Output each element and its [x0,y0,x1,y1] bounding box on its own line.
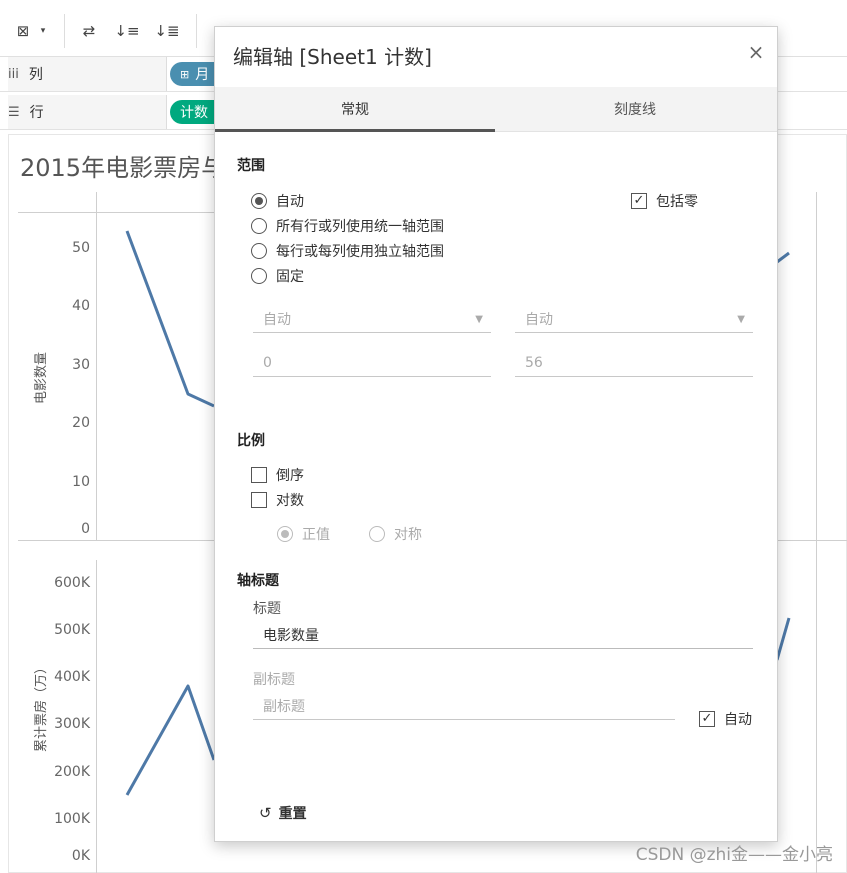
reversed-label: 倒序 [276,468,304,484]
dialog-title: 编辑轴 [Sheet1 计数] [233,45,432,69]
box-office-line-right [775,617,791,661]
range-auto-label: 自动 [276,194,304,210]
title-input-value: 电影数量 [263,627,319,644]
subtitle-auto-label: 自动 [724,712,752,728]
range-independent-radio[interactable]: 每行或每列使用独立轴范围 [251,241,444,261]
radio-icon [251,218,267,234]
radio-icon [369,526,385,542]
range-uniform-label: 所有行或列使用统一轴范围 [276,219,444,235]
log-label: 对数 [276,493,304,509]
scale-heading: 比例 [237,433,265,449]
checkbox-icon [251,492,267,508]
subtitle-auto-checkbox[interactable]: ✓ 自动 [699,709,752,729]
range-start-input[interactable]: 0 [253,349,491,377]
tab-general-label: 常规 [341,102,369,118]
dialog-tabs: 常规 刻度线 [215,87,777,132]
radio-icon [251,268,267,284]
range-end-mode-text: 自动 [525,311,553,328]
range-end-input[interactable]: 56 [515,349,753,377]
title-input[interactable]: 电影数量 [253,621,753,649]
subtitle-placeholder: 副标题 [263,698,305,715]
range-start-dropdown[interactable]: 自动 ▼ [253,305,491,333]
reset-icon: ↺ [259,804,272,822]
checkmark-icon: ✓ [699,711,715,727]
dropdown-arrow-icon: ▼ [475,314,483,325]
range-start-value: 0 [263,354,272,371]
tab-ticks[interactable]: 刻度线 [495,87,775,131]
tab-ticks-label: 刻度线 [614,102,656,118]
range-start-mode-text: 自动 [263,311,291,328]
range-fixed-label: 固定 [276,269,304,285]
log-checkbox[interactable]: 对数 [251,490,304,510]
include-zero-label: 包括零 [656,194,698,210]
include-zero-checkbox[interactable]: ✓ 包括零 [631,191,698,211]
close-icon[interactable]: × [745,41,767,63]
checkbox-icon [251,467,267,483]
range-uniform-radio[interactable]: 所有行或列使用统一轴范围 [251,216,444,236]
checkmark-icon: ✓ [631,193,647,209]
range-end-value: 56 [525,354,543,371]
range-independent-label: 每行或每列使用独立轴范围 [276,244,444,260]
watermark: CSDN @zhi金——金小亮 [635,845,833,865]
tab-general[interactable]: 常规 [215,87,495,132]
subtitle-label: 副标题 [253,672,295,688]
dropdown-arrow-icon: ▼ [737,314,745,325]
count-line-right [776,251,790,264]
range-heading: 范围 [237,158,265,174]
symmetric-label: 对称 [394,527,422,543]
box-office-line [125,684,216,796]
radio-selected-icon [277,526,293,542]
axis-title-heading: 轴标题 [237,573,279,589]
range-end-dropdown[interactable]: 自动 ▼ [515,305,753,333]
edit-axis-dialog: 编辑轴 [Sheet1 计数] × 常规 刻度线 范围 自动 所有行或列使用统一… [214,26,778,842]
subtitle-input[interactable]: 副标题 [253,692,675,720]
reset-label: 重置 [278,806,307,822]
range-fixed-radio[interactable]: 固定 [251,266,304,286]
positive-radio[interactable]: 正值 [277,524,330,544]
title-label: 标题 [253,601,281,617]
positive-label: 正值 [302,527,330,543]
symmetric-radio[interactable]: 对称 [369,524,422,544]
range-auto-radio[interactable]: 自动 [251,191,304,211]
radio-icon [251,243,267,259]
count-line [125,230,215,408]
reset-button[interactable]: ↺ 重置 [259,803,307,823]
tab-active-indicator [215,129,495,132]
reversed-checkbox[interactable]: 倒序 [251,465,304,485]
radio-selected-icon [251,193,267,209]
